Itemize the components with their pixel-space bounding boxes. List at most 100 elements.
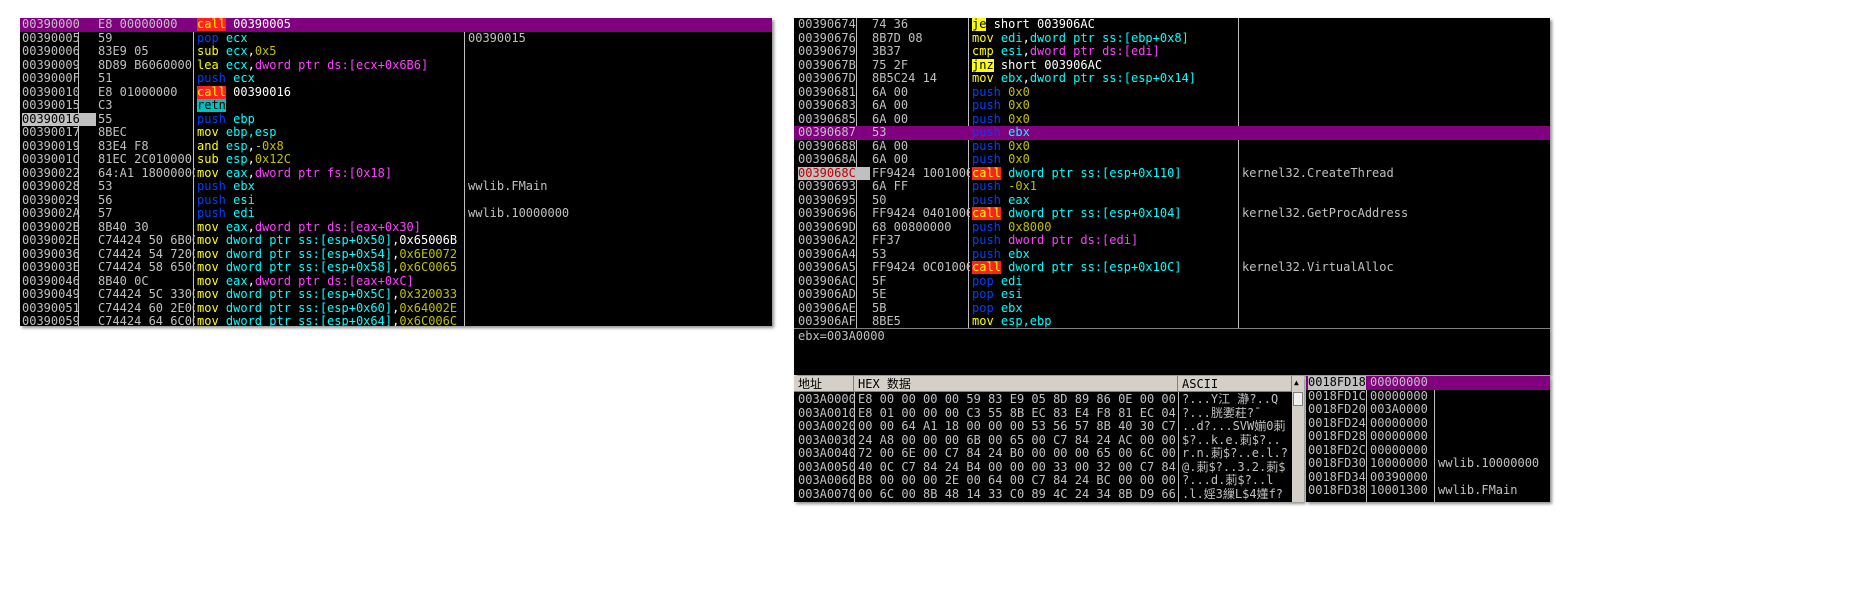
disasm-row[interactable]: 0039069D 68 00800000 push 0x8000 <box>794 221 1550 235</box>
instruction-address[interactable]: 00390674 <box>798 18 870 32</box>
stack-row[interactable]: 0018FD28 00000000 <box>1306 430 1550 444</box>
instruction-address[interactable]: 003906A2 <box>798 234 870 248</box>
instruction-text[interactable]: mov ebx,dword ptr ss:[esp+0x14] <box>972 72 1240 86</box>
stack-address[interactable]: 0018FD30 <box>1308 457 1366 471</box>
dump-ascii[interactable]: ..d?...SVW媊0莿 <box>1182 420 1290 434</box>
dump-row[interactable]: 003A0010 E8 01 00 00 00 C3 55 8B EC 83 E4… <box>794 407 1304 421</box>
dump-ascii[interactable]: .l.婬3繅L$4嬞f? <box>1182 488 1290 502</box>
disasm-row[interactable]: 00390006 83E9 05 sub ecx,0x5 <box>20 45 772 59</box>
instruction-address[interactable]: 0039001C <box>22 153 96 167</box>
instruction-address[interactable]: 00390017 <box>22 126 96 140</box>
instruction-text[interactable]: lea ecx,dword ptr ds:[ecx+0x6B6] <box>197 59 466 73</box>
disasm-row[interactable]: 0039001C 81EC 2C010000 sub esp,0x12C <box>20 153 772 167</box>
disasm-row[interactable]: 003906AD 5E pop esi <box>794 288 1550 302</box>
stack-value[interactable]: 00000000 <box>1370 390 1432 404</box>
left-disassembly-pane[interactable]: 00390000 E8 00000000 call 00390005 00390005… <box>20 18 772 326</box>
instruction-text[interactable]: call 00390005 <box>197 18 466 32</box>
disasm-row[interactable]: 003906A2 FF37 push dword ptr ds:[edi] <box>794 234 1550 248</box>
instruction-text[interactable]: push eax <box>972 194 1240 208</box>
instruction-address[interactable]: 003906A5 <box>798 261 870 275</box>
instruction-text[interactable]: mov dword ptr ss:[esp+0x5C],0x320033 <box>197 288 466 302</box>
instruction-text[interactable]: pop esi <box>972 288 1240 302</box>
disasm-row[interactable]: 00390051 C74424 60 2E00 mov dword ptr ss:[… <box>20 302 772 316</box>
instruction-address[interactable]: 00390019 <box>22 140 96 154</box>
instruction-address[interactable]: 00390016 <box>22 112 96 126</box>
instruction-text[interactable]: mov edi,dword ptr ss:[ebp+0x8] <box>972 32 1240 46</box>
instruction-address[interactable]: 00390693 <box>798 180 870 194</box>
instruction-address[interactable]: 00390005 <box>22 32 96 46</box>
dump-address-header[interactable]: 地址 <box>794 376 854 392</box>
instruction-text[interactable]: push 0x0 <box>972 113 1240 127</box>
instruction-address[interactable]: 00390695 <box>798 194 870 208</box>
stack-address[interactable]: 0018FD1C <box>1308 390 1366 404</box>
dump-hex[interactable]: E8 01 00 00 00 C3 55 8B EC 83 E4 F8 81 E… <box>858 407 1176 421</box>
dump-address[interactable]: 003A0060 <box>798 474 854 488</box>
disasm-row[interactable]: 00390010 E8 01000000 call 00390016 <box>20 85 772 100</box>
instruction-address[interactable]: 0039069D <box>798 221 870 235</box>
instruction-text[interactable]: push -0x1 <box>972 180 1240 194</box>
stack-address[interactable]: 0018FD24 <box>1308 417 1366 431</box>
instruction-address[interactable]: 003906AE <box>798 302 870 316</box>
instruction-text[interactable]: push dword ptr ds:[edi] <box>972 234 1240 248</box>
disasm-row[interactable]: 00390046 8B40 0C mov eax,dword ptr ds:[eax… <box>20 275 772 289</box>
dump-row[interactable]: 003A0030 24 A8 00 00 00 6B 00 65 00 C7 84… <box>794 434 1304 448</box>
dump-ascii[interactable]: @.莿$?..3.2.莿$ <box>1182 461 1290 475</box>
instruction-address[interactable]: 003906A4 <box>798 248 870 262</box>
dump-row[interactable]: 003A0000 E8 00 00 00 00 59 83 E9 05 8D 89… <box>794 393 1304 407</box>
instruction-address[interactable]: 0039003E <box>22 261 96 275</box>
instruction-address[interactable]: 00390051 <box>22 302 96 316</box>
disasm-row[interactable]: 003906A4 53 push ebx <box>794 248 1550 262</box>
instruction-text[interactable]: and esp,-0x8 <box>197 140 466 154</box>
stack-value[interactable]: 00000000 <box>1370 430 1432 444</box>
instruction-text[interactable]: retn <box>197 99 466 113</box>
dump-address[interactable]: 003A0000 <box>798 393 854 407</box>
instruction-text[interactable]: cmp esi,dword ptr ds:[edi] <box>972 45 1240 59</box>
disasm-row[interactable]: 003906AC 5F pop edi <box>794 275 1550 289</box>
instruction-text[interactable]: push ebx <box>972 248 1240 262</box>
instruction-text[interactable]: call dword ptr ss:[esp+0x110] <box>972 166 1240 181</box>
dump-address[interactable]: 003A0030 <box>798 434 854 448</box>
stack-row[interactable]: 0018FD34 00390000 <box>1306 471 1550 485</box>
instruction-text[interactable]: pop ecx <box>197 32 466 46</box>
disasm-row[interactable]: 00390000 E8 00000000 call 00390005 <box>20 18 772 32</box>
disasm-row[interactable]: 00390674 74 36 je short 003906AC <box>794 18 1550 32</box>
stack-value[interactable]: 00390000 <box>1370 471 1432 485</box>
instruction-address[interactable]: 00390688 <box>798 140 870 154</box>
disasm-row[interactable]: 003906AE 5B pop ebx <box>794 302 1550 316</box>
disasm-row[interactable]: 0039002A 57 push edi wwlib.10000000 <box>20 207 772 221</box>
instruction-address[interactable]: 00390009 <box>22 59 96 73</box>
instruction-text[interactable]: push 0x8000 <box>972 221 1240 235</box>
disasm-row[interactable]: 0039002E C74424 50 6B00 mov dword ptr ss:[… <box>20 234 772 248</box>
instruction-address[interactable]: 0039002E <box>22 234 96 248</box>
stack-address[interactable]: 0018FD34 <box>1308 471 1366 485</box>
disasm-row[interactable]: 00390016 55 push ebp <box>20 112 772 127</box>
instruction-text[interactable]: mov dword ptr ss:[esp+0x54],0x6E0072 <box>197 248 466 262</box>
instruction-text[interactable]: push 0x0 <box>972 153 1240 167</box>
instruction-address[interactable]: 0039000F <box>22 72 96 86</box>
instruction-text[interactable]: mov eax,dword ptr ds:[eax+0x30] <box>197 221 466 235</box>
disasm-row[interactable]: 0039068C FF9424 1001000 call dword ptr ss:… <box>794 166 1550 181</box>
stack-address[interactable]: 0018FD18 <box>1308 376 1366 390</box>
stack-row[interactable]: 0018FD24 00000000 <box>1306 417 1550 431</box>
instruction-address[interactable]: 003906AC <box>798 275 870 289</box>
dump-hex[interactable]: 40 0C C7 84 24 B4 00 00 00 33 00 32 00 C… <box>858 461 1176 475</box>
stack-value[interactable]: 00000000 <box>1370 376 1432 390</box>
right-disassembly-pane[interactable]: 00390674 74 36 je short 003906AC 00390676 8B… <box>794 18 1550 328</box>
disasm-row[interactable]: 00390683 6A 00 push 0x0 <box>794 99 1550 113</box>
disasm-row[interactable]: 00390022 64:A1 18000000 mov eax,dword ptr … <box>20 167 772 181</box>
instruction-address[interactable]: 0039002A <box>22 207 96 221</box>
dump-hex[interactable]: 24 A8 00 00 00 6B 00 65 00 C7 84 24 AC 0… <box>858 434 1176 448</box>
dump-hex[interactable]: 00 6C 00 8B 48 14 33 C0 89 4C 24 34 8B D… <box>858 488 1176 502</box>
instruction-text[interactable]: push ecx <box>197 72 466 86</box>
instruction-address[interactable]: 003906AD <box>798 288 870 302</box>
instruction-address[interactable]: 00390049 <box>22 288 96 302</box>
disasm-row[interactable]: 003906AF 8BE5 mov esp,ebp <box>794 315 1550 328</box>
disasm-row[interactable]: 00390029 56 push esi <box>20 194 772 208</box>
disasm-row[interactable]: 00390688 6A 00 push 0x0 <box>794 140 1550 154</box>
disasm-row[interactable]: 00390695 50 push eax <box>794 194 1550 208</box>
instruction-text[interactable]: push ebx <box>197 180 466 194</box>
instruction-text[interactable]: push ebp <box>197 113 466 127</box>
dump-hex-header[interactable]: HEX 数据 <box>854 376 1178 392</box>
disasm-row[interactable]: 00390059 C74424 64 6C00 mov dword ptr ss:[… <box>20 315 772 326</box>
instruction-text[interactable]: mov dword ptr ss:[esp+0x64],0x6C006C <box>197 315 466 326</box>
